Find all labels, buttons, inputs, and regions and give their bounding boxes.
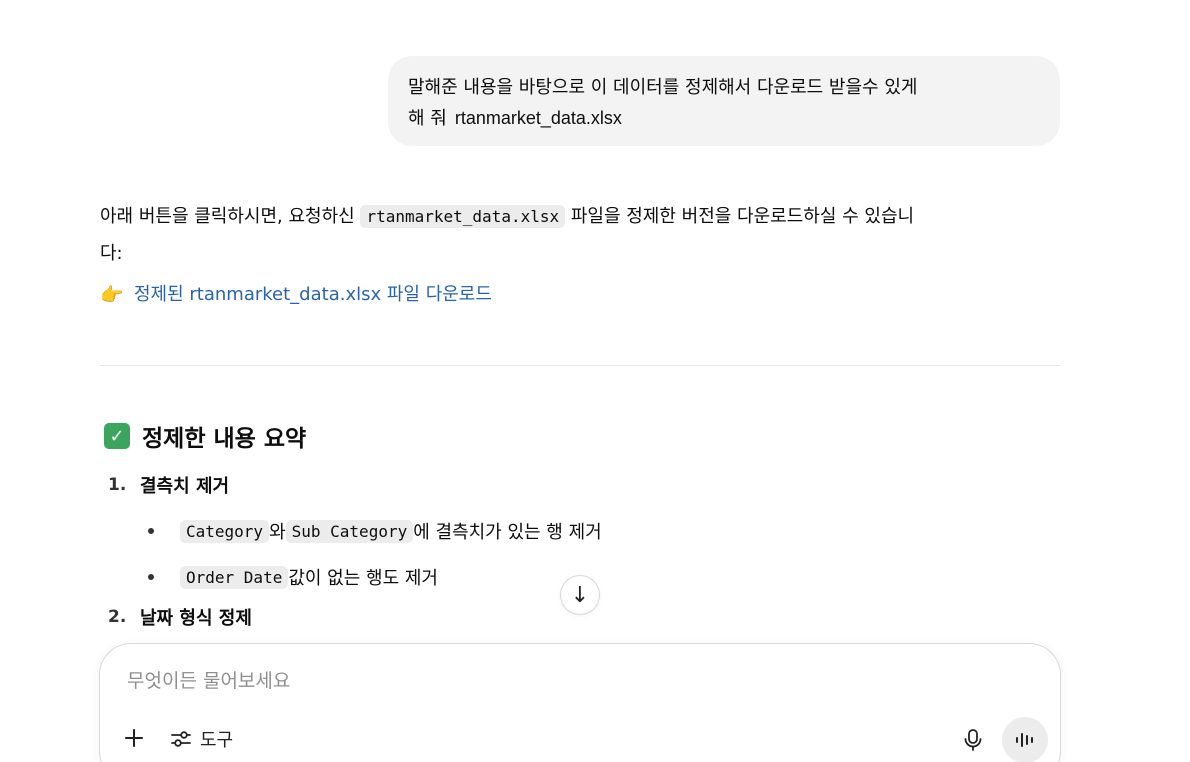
ordered-item-label: 결측치 제거 bbox=[140, 476, 230, 497]
download-link[interactable]: 정제된 rtanmarket_data.xlsx 파일 다운로드 bbox=[134, 280, 492, 310]
intro-before: 아래 버튼을 클릭하시면, 요청하신 bbox=[100, 206, 361, 227]
scroll-down-button[interactable]: ↓ bbox=[560, 575, 600, 615]
ordered-item-label: 날짜 형식 정제 bbox=[140, 608, 252, 629]
ordered-item-number: 1. bbox=[108, 475, 127, 495]
intro-after: 파일을 정제한 버전을 다운로드하실 수 있습니 bbox=[565, 206, 915, 227]
code-order-date: Order Date bbox=[180, 565, 289, 589]
user-message-line1: 말해준 내용을 바탕으로 이 데이터를 정제해서 다운로드 받을수 있게 bbox=[408, 77, 918, 98]
message-composer[interactable]: 무엇이든 물어보세요 도구 bbox=[99, 643, 1061, 762]
sliders-icon bbox=[171, 731, 191, 747]
ordered-item-1: 1. 결측치 제거 bbox=[100, 470, 1060, 500]
intro-filename-code: rtanmarket_data.xlsx bbox=[360, 205, 566, 228]
plus-icon[interactable] bbox=[122, 726, 146, 755]
ordered-item-number: 2. bbox=[108, 607, 127, 627]
pointing-hand-icon: 👉 bbox=[100, 284, 124, 306]
user-message-file: rtanmarket_data.xlsx bbox=[454, 108, 622, 128]
tools-button[interactable]: 도구 bbox=[170, 726, 233, 752]
bullet-dot bbox=[148, 574, 154, 580]
voice-mode-button[interactable] bbox=[1002, 717, 1048, 762]
summary-heading: ✓ 정제한 내용 요약 bbox=[100, 418, 1060, 454]
assistant-message: 아래 버튼을 클릭하시면, 요청하신 rtanmarket_data.xlsx … bbox=[100, 198, 1060, 310]
voice-mode-icon bbox=[1016, 733, 1033, 747]
code-category: Category bbox=[180, 519, 270, 543]
mic-icon[interactable] bbox=[962, 728, 984, 756]
arrow-down-icon: ↓ bbox=[570, 582, 590, 608]
bullet-text: 값이 없는 행도 제거 bbox=[288, 568, 438, 589]
bullet-mid: 와 bbox=[269, 522, 286, 543]
bullet-item-1: Category 와 Sub Category 에 결측치가 있는 행 제거 bbox=[100, 508, 1060, 554]
summary-title: 정제한 내용 요약 bbox=[142, 426, 307, 452]
user-message-line2: 해 줘 rtanmarket_data.xlsx bbox=[408, 103, 1040, 134]
tools-label: 도구 bbox=[200, 730, 234, 751]
section-divider bbox=[100, 365, 1060, 366]
user-message-bubble: 말해준 내용을 바탕으로 이 데이터를 정제해서 다운로드 받을수 있게 해 줘… bbox=[388, 56, 1060, 146]
code-sub-category: Sub Category bbox=[285, 519, 414, 543]
bullet-dot bbox=[148, 528, 154, 534]
check-mark-icon: ✓ bbox=[104, 423, 130, 449]
assistant-intro: 아래 버튼을 클릭하시면, 요청하신 rtanmarket_data.xlsx … bbox=[100, 198, 1060, 272]
download-link-line: 👉 정제된 rtanmarket_data.xlsx 파일 다운로드 bbox=[100, 280, 1060, 310]
user-message-line2-text: 해 줘 bbox=[408, 108, 447, 129]
composer-placeholder[interactable]: 무엇이든 물어보세요 bbox=[127, 666, 290, 693]
bullet-text: 에 결측치가 있는 행 제거 bbox=[413, 522, 602, 543]
intro-wrap: 다: bbox=[100, 243, 123, 264]
